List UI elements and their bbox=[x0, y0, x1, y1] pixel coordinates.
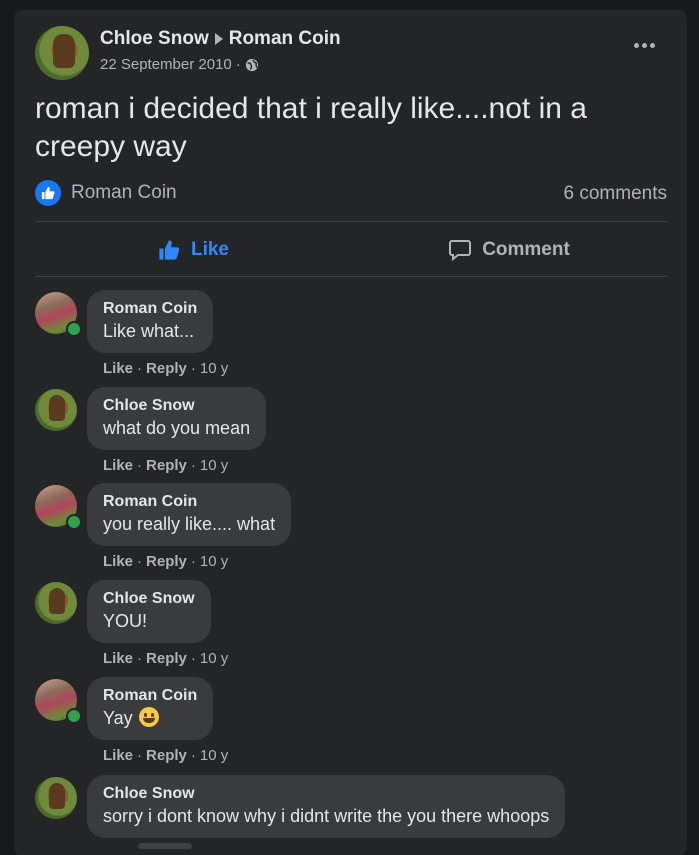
online-status-icon bbox=[66, 514, 82, 530]
commenter-avatar[interactable] bbox=[35, 582, 77, 624]
comment-bubble: Chloe Snow YOU! bbox=[87, 580, 211, 643]
commenter-name[interactable]: Chloe Snow bbox=[103, 396, 250, 416]
comments-count[interactable]: 6 comments bbox=[564, 183, 667, 205]
comment-like-link[interactable]: Like bbox=[103, 553, 133, 570]
horizontal-scrollbar[interactable] bbox=[138, 843, 192, 849]
post-header-names: Chloe Snow Roman Coin bbox=[100, 28, 341, 50]
comment-like-link[interactable]: Like bbox=[103, 747, 133, 764]
comment-reply-link[interactable]: Reply bbox=[146, 650, 187, 667]
comment-time[interactable]: 10 y bbox=[200, 457, 228, 474]
commenter-name[interactable]: Chloe Snow bbox=[103, 784, 549, 804]
caret-right-icon bbox=[214, 33, 223, 45]
comment-label: Comment bbox=[482, 238, 570, 260]
like-label: Like bbox=[190, 238, 230, 260]
comment-meta: Like · Reply · 10 y bbox=[103, 650, 229, 667]
reaction-user: Roman Coin bbox=[71, 182, 177, 203]
comment-time[interactable]: 10 y bbox=[200, 747, 228, 764]
commenter-name[interactable]: Chloe Snow bbox=[103, 589, 195, 609]
comment-reply-link[interactable]: Reply bbox=[146, 553, 187, 570]
comment-bubble: Roman Coin Yay bbox=[87, 677, 214, 740]
divider bbox=[35, 276, 667, 277]
comment-text: Yay bbox=[103, 706, 197, 730]
recipient-name[interactable]: Roman Coin bbox=[229, 28, 341, 50]
comment-text: what do you mean bbox=[103, 418, 251, 438]
commenter-name[interactable]: Roman Coin bbox=[103, 299, 197, 319]
comment-bubble: Roman Coin Like what... bbox=[87, 290, 214, 353]
comment-bubble: Chloe Snow what do you mean bbox=[87, 387, 267, 450]
comment-meta: Like · Reply · 10 y bbox=[103, 553, 229, 570]
comment-bubble: Roman Coin you really like.... what bbox=[87, 483, 292, 546]
comment-meta: Like · Reply · 10 y bbox=[103, 360, 229, 377]
comment-like-link[interactable]: Like bbox=[103, 360, 133, 377]
comment-text: Like what... bbox=[103, 321, 195, 341]
comment-text-value: Yay bbox=[103, 708, 133, 728]
date-separator: · bbox=[235, 56, 241, 73]
comment-reply-link[interactable]: Reply bbox=[146, 360, 187, 377]
comment-like-link[interactable]: Like bbox=[103, 457, 133, 474]
commenter-name[interactable]: Roman Coin bbox=[103, 492, 275, 512]
comment-reply-link[interactable]: Reply bbox=[146, 747, 187, 764]
grinning-emoji-icon bbox=[138, 707, 159, 727]
comment-bubble: Chloe Snow sorry i dont know why i didnt… bbox=[87, 775, 566, 838]
comment-meta: Like · Reply · 10 y bbox=[103, 457, 229, 474]
commenter-avatar[interactable] bbox=[35, 389, 77, 431]
thumbs-up-icon bbox=[159, 239, 180, 260]
comment-meta: Like · Reply · 10 y bbox=[103, 747, 229, 764]
post-actions: Like Comment bbox=[35, 222, 667, 277]
comment-text: you really like.... what bbox=[103, 514, 276, 534]
commenter-avatar[interactable] bbox=[35, 777, 77, 819]
like-reaction-icon bbox=[35, 180, 61, 206]
comment-text: sorry i dont know why i didnt write the … bbox=[103, 806, 550, 826]
online-status-icon bbox=[66, 708, 82, 724]
comment-time[interactable]: 10 y bbox=[200, 650, 228, 667]
globe-icon bbox=[245, 58, 258, 71]
post-date-line: 22 September 2010 · bbox=[100, 56, 259, 73]
author-name[interactable]: Chloe Snow bbox=[100, 28, 209, 50]
comment-icon bbox=[449, 239, 472, 261]
like-button[interactable]: Like bbox=[35, 222, 351, 277]
more-options-icon[interactable] bbox=[631, 40, 657, 50]
comment-text: YOU! bbox=[103, 611, 148, 631]
reactions-summary[interactable]: Roman Coin bbox=[35, 180, 177, 206]
commenter-name[interactable]: Roman Coin bbox=[103, 686, 197, 706]
post-text: roman i decided that i really like....no… bbox=[35, 92, 587, 163]
post-date[interactable]: 22 September 2010 bbox=[100, 56, 232, 73]
online-status-icon bbox=[66, 321, 82, 337]
author-avatar[interactable] bbox=[35, 26, 89, 80]
comment-reply-link[interactable]: Reply bbox=[146, 457, 187, 474]
post-card: Chloe Snow Roman Coin 22 September 2010 … bbox=[14, 10, 687, 855]
comment-like-link[interactable]: Like bbox=[103, 650, 133, 667]
comment-button[interactable]: Comment bbox=[351, 222, 667, 277]
comment-time[interactable]: 10 y bbox=[200, 360, 228, 377]
comment-time[interactable]: 10 y bbox=[200, 553, 228, 570]
